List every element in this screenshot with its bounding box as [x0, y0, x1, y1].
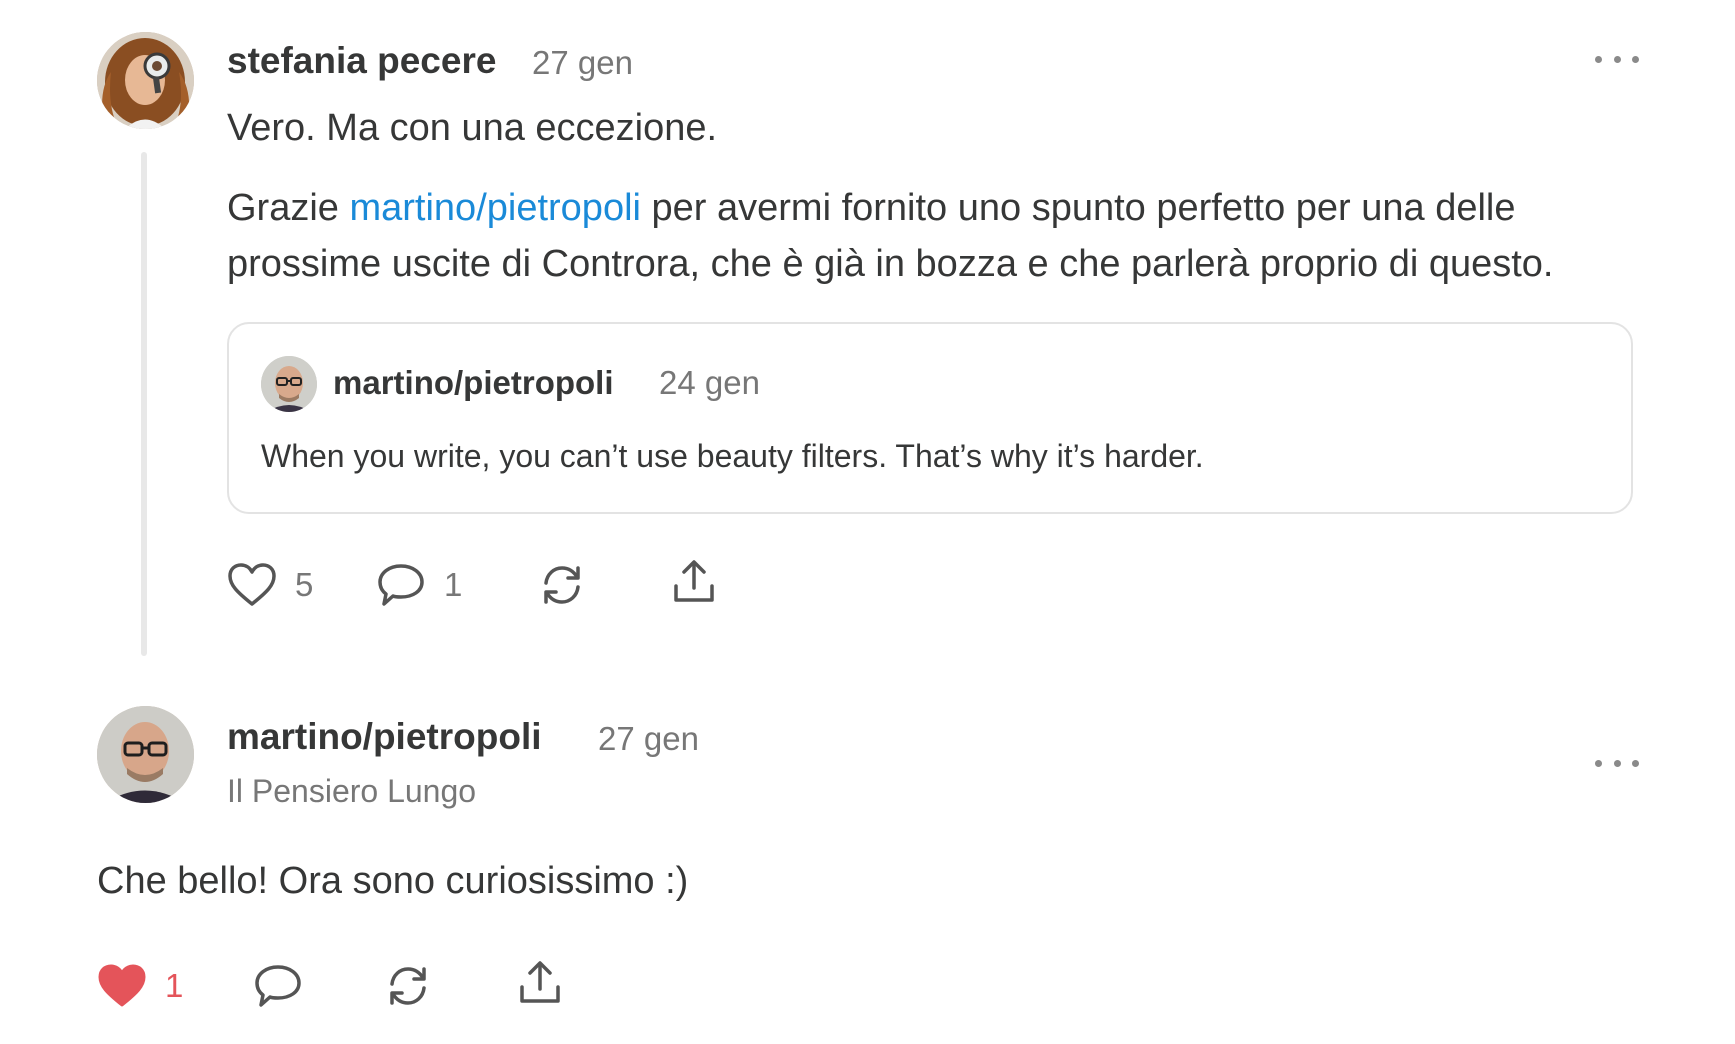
more-dot-icon [1595, 759, 1602, 767]
comment-button[interactable] [253, 963, 303, 1009]
quote-avatar [261, 356, 317, 412]
like-count: 5 [295, 566, 314, 603]
comment-author[interactable]: martino/pietropoli [227, 716, 542, 758]
more-options-button[interactable] [1595, 49, 1639, 69]
more-dot-icon [1632, 55, 1639, 63]
like-count: 1 [165, 967, 184, 1004]
share-upload-icon [674, 560, 714, 602]
comment-button[interactable]: 1 [376, 562, 462, 608]
comment-count: 1 [444, 566, 463, 603]
man-with-glasses-avatar-icon [97, 706, 194, 803]
like-button[interactable]: 5 [227, 562, 313, 608]
mention-link[interactable]: martino/pietropoli [349, 187, 640, 229]
speech-bubble-icon [255, 965, 301, 1007]
quote-text: When you write, you can’t use beauty fil… [261, 438, 1204, 474]
comment-paragraph: Grazie martino/pietropoli per avermi for… [227, 180, 1647, 292]
avatar-martino-pietropoli[interactable] [97, 706, 194, 803]
restack-button[interactable] [538, 561, 586, 609]
quoted-comment-card[interactable]: martino/pietropoli 24 gen When you write… [227, 322, 1633, 514]
man-with-glasses-avatar-icon [261, 356, 317, 412]
paragraph-prefix: Grazie [227, 187, 350, 229]
more-dot-icon [1613, 55, 1621, 63]
share-upload-icon [520, 961, 560, 1003]
quote-date: 24 gen [659, 364, 760, 401]
avatar-stefania-pecere[interactable] [97, 32, 194, 129]
share-button[interactable] [516, 959, 564, 1007]
restack-arrows-icon [390, 967, 426, 1005]
comment-author[interactable]: stefania pecere [227, 40, 496, 82]
restack-button[interactable] [384, 962, 432, 1010]
share-button[interactable] [670, 558, 718, 606]
like-button[interactable]: 1 [97, 963, 183, 1009]
thread-line [141, 152, 147, 656]
publication-name[interactable]: Il Pensiero Lungo [227, 773, 476, 810]
paragraph-rest: per avermi fornito uno spunto perfetto p… [640, 187, 1516, 229]
more-dot-icon [1613, 759, 1621, 767]
quote-author[interactable]: martino/pietropoli [333, 364, 614, 402]
heart-filled-icon [98, 964, 146, 1007]
more-dot-icon [1632, 759, 1639, 767]
woman-with-magnifying-glass-avatar-icon [97, 32, 194, 129]
comment-text: Che bello! Ora sono curiosissimo :) [97, 860, 689, 902]
speech-bubble-icon [378, 564, 424, 606]
more-dot-icon [1595, 55, 1602, 63]
comment-text-line: Vero. Ma con una eccezione. [227, 107, 718, 149]
restack-arrows-icon [544, 566, 580, 604]
comment-date[interactable]: 27 gen [598, 720, 699, 758]
paragraph-line-1: Grazie martino/pietropoli per avermi for… [227, 180, 1647, 236]
paragraph-line-2: prossime uscite di Controra, che è già i… [227, 243, 1554, 285]
comment-date[interactable]: 27 gen [532, 44, 633, 82]
heart-icon [228, 563, 276, 606]
more-options-button[interactable] [1595, 753, 1639, 773]
